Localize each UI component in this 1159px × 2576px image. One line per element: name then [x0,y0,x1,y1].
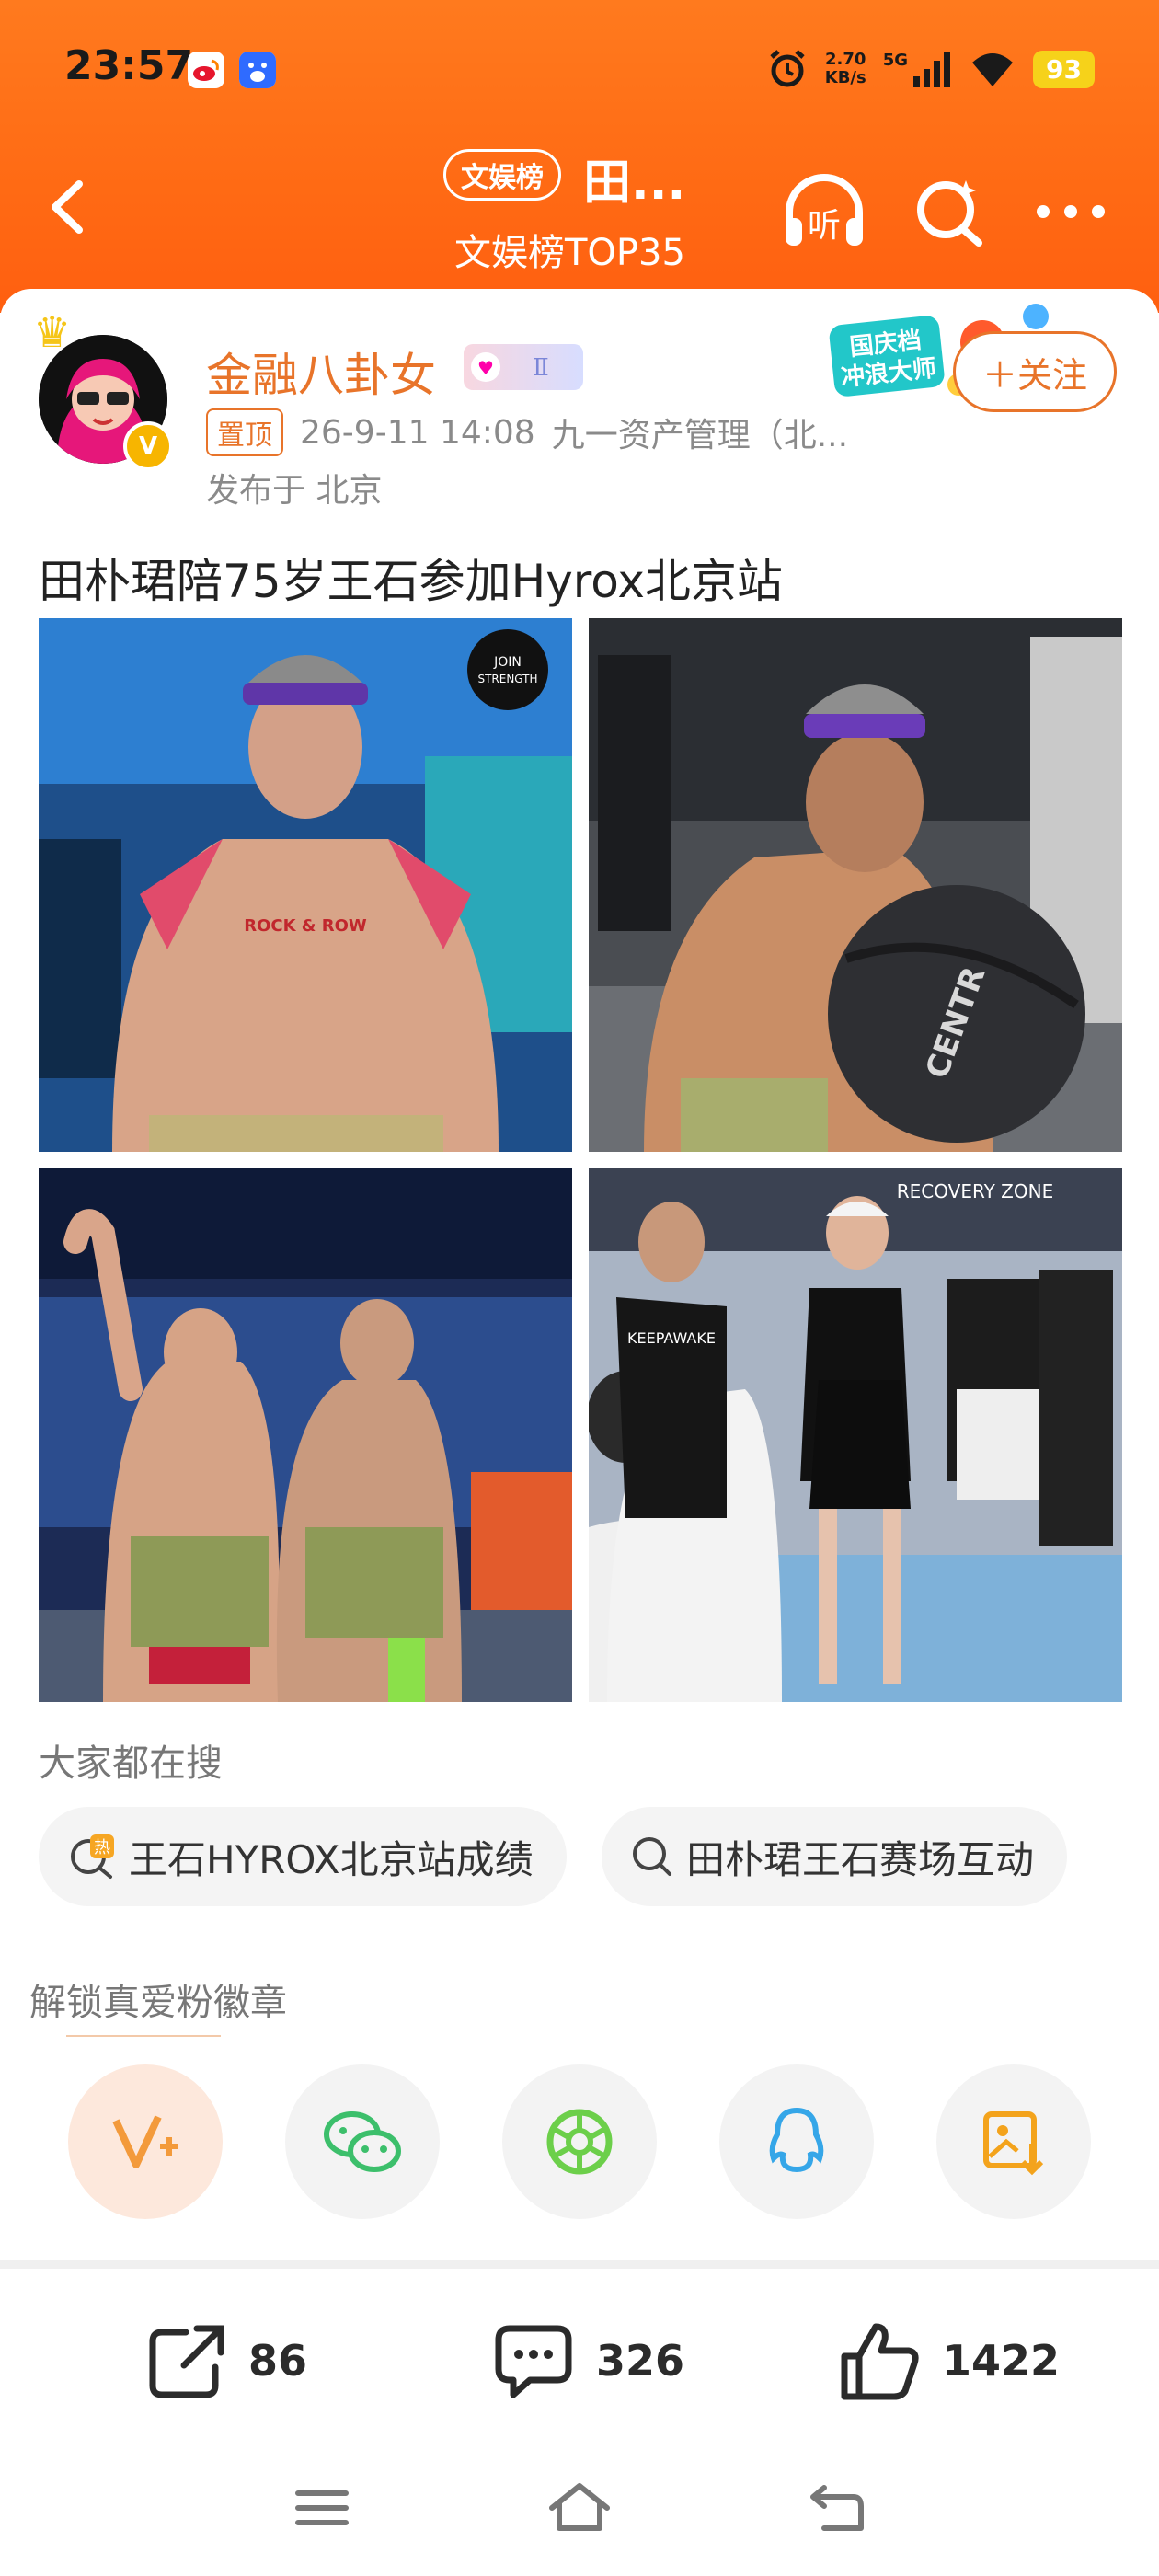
search-chip[interactable]: 田朴珺王石赛场互动 [602,1807,1068,1906]
divider [0,2260,1159,2269]
nav-bar: 文娱榜 田... 文娱榜TOP35 听 [0,138,1159,285]
photo-2[interactable]: CENTR [589,618,1122,1152]
battery-indicator: 93 [1033,50,1095,88]
search-button[interactable] [903,166,995,258]
chevron-left-icon [52,180,83,234]
back-button[interactable] [37,175,101,239]
net-speed: 2.70 KB/s [824,50,866,87]
share-row [0,2064,1159,2230]
hot-search-icon: 热 [71,1834,114,1879]
headphones-icon: 听 [786,174,863,246]
svg-text:♥: ♥ [477,357,494,379]
search-chip-text: 王石HYROX北京站成绩 [129,1836,534,1882]
v-plus-icon [112,2115,178,2168]
unlock-badge-label: 解锁真爱粉徽章 [29,1982,287,2024]
svg-text:听: 听 [808,207,841,245]
comment-button[interactable]: 326 [491,2315,684,2407]
photo-grid: ROCK & ROW JOIN STRENGTH CENTR RECOVERY … [39,618,1122,1704]
home-key[interactable] [543,2480,616,2536]
post-meta: 置顶 26-9-11 14:08 九一资产管理（北... [206,408,848,456]
search-icon [633,1837,671,1876]
alarm-icon [770,50,805,87]
nav-title[interactable]: 田... [583,144,685,213]
comment-count: 326 [596,2336,685,2386]
svg-text:RECOVERY ZONE: RECOVERY ZONE [897,1180,1053,1202]
svg-text:STRENGTH: STRENGTH [477,673,537,685]
share-wechat-button[interactable] [285,2064,440,2219]
baidu-notification-icon [239,52,276,88]
unlock-indicator [66,2035,221,2037]
qq-icon [769,2107,824,2173]
follow-button[interactable]: ＋关注 [953,331,1117,412]
save-image-button[interactable] [936,2064,1091,2219]
search-chip-text: 田朴珺王石赛场互动 [686,1836,1035,1882]
wechat-icon [324,2111,401,2172]
share-qq-button[interactable] [719,2064,874,2219]
photo-1[interactable]: ROCK & ROW JOIN STRENGTH [39,618,572,1152]
svg-text:KEEPAWAKE: KEEPAWAKE [627,1329,716,1347]
action-bar: 86 326 1422 [0,2269,1159,2444]
search-icon [917,180,982,247]
system-nav-bar [0,2444,1159,2576]
status-right: 2.70 KB/s 5G 93 [766,46,1095,92]
post-location: 发布于 北京 [206,472,383,510]
post-timestamp: 26-9-11 14:08 [300,413,535,452]
moments-icon [546,2109,613,2175]
repost-count: 86 [248,2336,308,2386]
back-key[interactable] [800,2480,874,2536]
home-icon [549,2483,610,2531]
post-card: ♛ V 金融八卦女 ♥ Ⅱ 置顶 26-9-11 14:08 九一资产管理（北..… [0,289,1159,2267]
search-chip-hot[interactable]: 热 王石HYROX北京站成绩 [39,1807,567,1906]
author-name[interactable]: 金融八卦女 [206,339,436,405]
menu-key[interactable] [285,2480,359,2536]
share-weibo-button[interactable] [68,2064,223,2219]
post-source[interactable]: 九一资产管理（北... [552,408,848,456]
svg-text:Ⅱ: Ⅱ [533,354,549,382]
verified-badge-icon: V [123,421,173,471]
photo-4[interactable]: RECOVERY ZONE KEEPAWAKE [589,1168,1122,1702]
status-time: 23:57 [64,42,194,89]
signal-icon: 5G [883,51,952,87]
menu-icon [295,2490,349,2525]
entertainment-rank-badge[interactable]: 文娱榜 [443,149,561,201]
svg-text:热: 热 [94,1838,110,1857]
weibo-notification-icon [188,52,224,88]
status-bar: 23:57 2.70 KB/s 5G 93 [0,0,1159,138]
listen-button[interactable]: 听 [778,166,870,258]
repost-button[interactable]: 86 [145,2315,307,2407]
wifi-icon [972,53,1014,86]
thumbs-up-icon [841,2323,919,2400]
author-avatar[interactable]: ♛ V [33,307,173,471]
photo-3[interactable] [39,1168,572,1702]
like-count: 1422 [942,2336,1061,2386]
comment-icon [495,2325,572,2398]
nav-subtitle[interactable]: 文娱榜TOP35 [454,223,685,276]
more-icon [1037,205,1105,218]
header: 23:57 2.70 KB/s 5G 93 文娱榜 田... 文娱榜TOP35 [0,0,1159,313]
post-title: 田朴珺陪75岁王石参加Hyrox北京站 [39,555,783,608]
back-arrow-icon [810,2485,864,2531]
more-button[interactable] [1025,166,1117,258]
svg-text:ROCK & ROW: ROCK & ROW [244,916,367,936]
svg-text:JOIN: JOIN [493,655,522,670]
like-button[interactable]: 1422 [837,2315,1060,2407]
save-image-icon [983,2111,1044,2176]
pinned-badge: 置顶 [206,408,283,456]
crown-icon: ♛ [33,307,72,357]
share-icon [149,2325,224,2398]
searches-heading: 大家都在搜 [39,1742,223,1785]
share-moments-button[interactable] [502,2064,657,2219]
member-level-badge[interactable]: ♥ Ⅱ [464,344,583,390]
